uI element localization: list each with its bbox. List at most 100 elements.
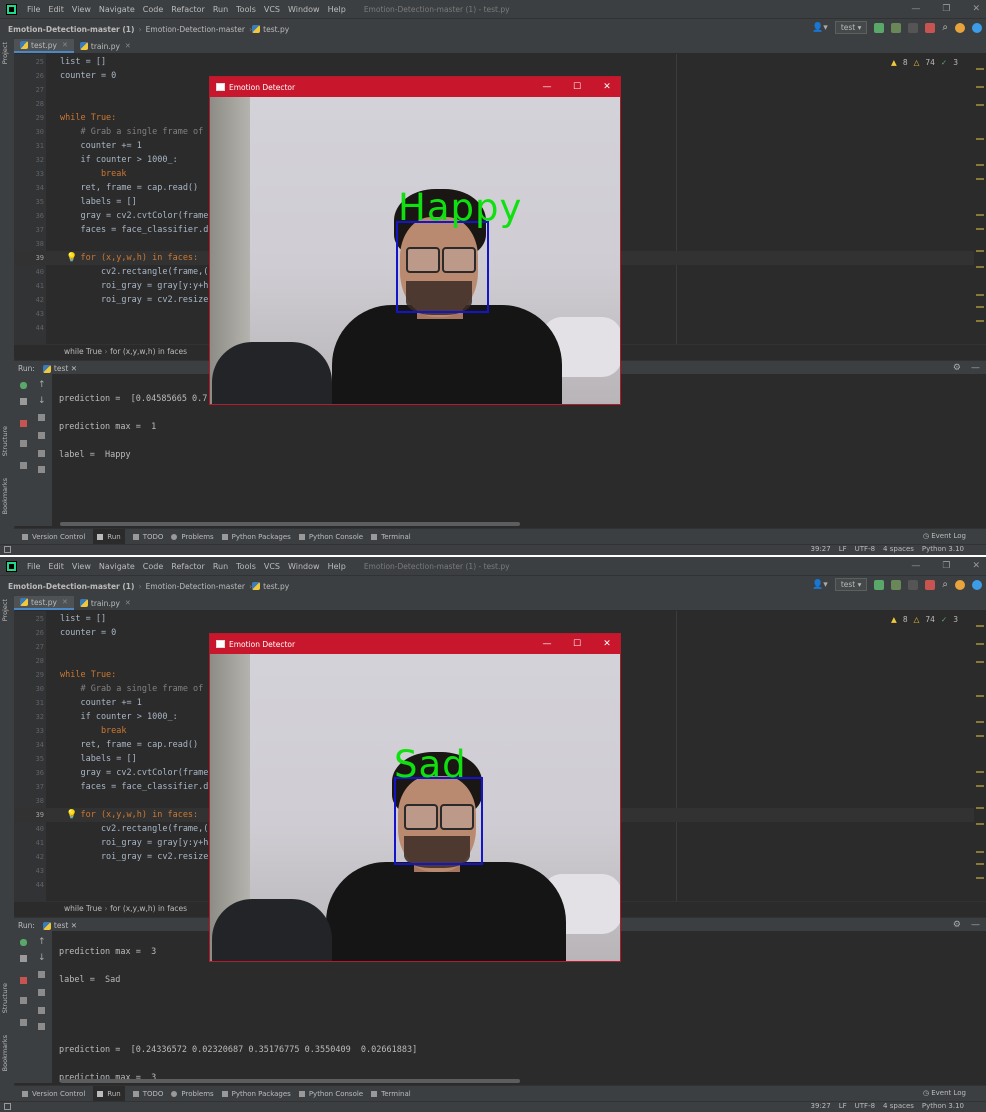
run-tab-test[interactable]: test ✕: [42, 921, 77, 930]
gear-icon[interactable]: ⚙: [953, 363, 961, 373]
coverage-icon[interactable]: [908, 22, 919, 33]
menu-edit[interactable]: Edit: [44, 562, 68, 571]
run-config-dropdown[interactable]: test ▾: [834, 21, 868, 34]
bookmarks-tool-label[interactable]: Bookmarks: [1, 478, 9, 514]
tool-python-console[interactable]: Python Console: [298, 1090, 363, 1098]
indent-setting[interactable]: 4 spaces: [883, 1102, 914, 1110]
search-icon[interactable]: ⌕: [942, 22, 948, 33]
layout-icon[interactable]: [20, 440, 27, 447]
crumb-for[interactable]: for (x,y,w,h) in faces: [110, 904, 187, 913]
breadcrumb-file[interactable]: test.py: [263, 25, 293, 34]
menu-vcs[interactable]: VCS: [260, 5, 284, 14]
minimize-icon[interactable]: —: [911, 561, 920, 571]
menu-code[interactable]: Code: [139, 562, 167, 571]
soft-wrap-icon[interactable]: [38, 414, 45, 421]
run-tab-test[interactable]: test ✕: [42, 364, 77, 373]
tool-run[interactable]: Run: [93, 529, 125, 545]
file-encoding[interactable]: UTF-8: [855, 1102, 875, 1110]
menu-file[interactable]: File: [23, 5, 44, 14]
breadcrumb-project[interactable]: Emotion-Detection-master (1): [4, 25, 138, 34]
minimize-icon[interactable]: —: [532, 634, 562, 654]
maximize-icon[interactable]: ☐: [562, 77, 592, 97]
close-tab-icon[interactable]: ✕: [125, 42, 131, 50]
tool-python-console[interactable]: Python Console: [298, 533, 363, 541]
error-stripe[interactable]: [976, 68, 984, 338]
toggle-panels-icon[interactable]: [4, 1103, 11, 1110]
restore-icon[interactable]: ❐: [942, 4, 950, 14]
breadcrumb-file[interactable]: test.py: [263, 582, 293, 591]
event-log-button[interactable]: ◷ Event Log: [923, 532, 966, 540]
project-tool-label[interactable]: Project: [1, 42, 9, 64]
menu-navigate[interactable]: Navigate: [95, 562, 139, 571]
structure-tool-label[interactable]: Structure: [1, 983, 9, 1013]
close-tab-icon[interactable]: ✕: [62, 598, 68, 606]
close-tab-icon[interactable]: ✕: [125, 599, 131, 607]
minimize-icon[interactable]: —: [911, 4, 920, 14]
menu-tools[interactable]: Tools: [232, 5, 260, 14]
tool-problems[interactable]: Problems: [171, 1090, 214, 1098]
maximize-icon[interactable]: ☐: [562, 634, 592, 654]
tool-terminal[interactable]: Terminal: [371, 533, 411, 541]
layout-icon[interactable]: [20, 997, 27, 1004]
emotion-detector-window[interactable]: Emotion Detector — ☐ ✕ Sad: [209, 633, 621, 962]
stop-icon[interactable]: [925, 579, 936, 590]
wrench-icon[interactable]: [20, 398, 27, 405]
project-tool-label[interactable]: Project: [1, 599, 9, 621]
tool-run[interactable]: Run: [93, 1086, 125, 1102]
tool-version-control[interactable]: Version Control: [22, 533, 85, 541]
breadcrumb-folder[interactable]: Emotion-Detection-master: [142, 25, 249, 34]
menu-view[interactable]: View: [68, 562, 95, 571]
tab-test-py[interactable]: test.py ✕: [14, 596, 74, 610]
tool-version-control[interactable]: Version Control: [22, 1090, 85, 1098]
menu-view[interactable]: View: [68, 5, 95, 14]
menu-tools[interactable]: Tools: [232, 562, 260, 571]
update-icon[interactable]: [955, 22, 965, 33]
line-separator[interactable]: LF: [839, 545, 847, 553]
tool-problems[interactable]: Problems: [171, 533, 214, 541]
arrow-down-icon[interactable]: ↓: [38, 954, 46, 963]
menu-help[interactable]: Help: [324, 5, 350, 14]
tool-todo[interactable]: TODO: [132, 533, 163, 541]
search-icon[interactable]: ⌕: [942, 579, 948, 590]
tab-train-py[interactable]: train.py ✕: [74, 596, 137, 610]
pin-icon[interactable]: [20, 1019, 27, 1026]
close-icon[interactable]: ✕: [972, 561, 980, 571]
arrow-down-icon[interactable]: ↓: [38, 397, 46, 406]
scroll-to-end-icon[interactable]: [38, 432, 45, 439]
minimize-icon[interactable]: —: [532, 77, 562, 97]
tab-test-py[interactable]: test.py ✕: [14, 39, 74, 53]
tool-terminal[interactable]: Terminal: [371, 1090, 411, 1098]
tool-python-packages[interactable]: Python Packages: [221, 1090, 291, 1098]
emotion-window-titlebar[interactable]: Emotion Detector — ☐ ✕: [210, 77, 620, 97]
menu-help[interactable]: Help: [324, 562, 350, 571]
inspection-widget[interactable]: ▲ 8 △ 74 ✓ 3: [891, 58, 958, 67]
user-icon[interactable]: 👤▾: [812, 23, 828, 33]
python-interpreter[interactable]: Python 3.10: [922, 1102, 964, 1110]
hide-panel-icon[interactable]: —: [971, 920, 980, 930]
update-icon[interactable]: [955, 579, 965, 590]
rerun-icon[interactable]: [20, 382, 27, 389]
arrow-up-icon[interactable]: ↑: [38, 381, 46, 390]
breadcrumb-project[interactable]: Emotion-Detection-master (1): [4, 582, 138, 591]
console-scrollbar[interactable]: [60, 522, 520, 526]
menu-edit[interactable]: Edit: [44, 5, 68, 14]
rerun-icon[interactable]: [20, 939, 27, 946]
line-separator[interactable]: LF: [839, 1102, 847, 1110]
close-tab-icon[interactable]: ✕: [62, 41, 68, 49]
close-icon[interactable]: ✕: [592, 77, 620, 97]
crumb-for[interactable]: for (x,y,w,h) in faces: [110, 347, 187, 356]
menu-window[interactable]: Window: [284, 562, 324, 571]
run-config-dropdown[interactable]: test ▾: [834, 578, 868, 591]
coverage-icon[interactable]: [908, 579, 919, 590]
soft-wrap-icon[interactable]: [38, 971, 45, 978]
menu-navigate[interactable]: Navigate: [95, 5, 139, 14]
rerun-icon[interactable]: [874, 22, 885, 33]
user-icon[interactable]: 👤▾: [812, 580, 828, 590]
console-scrollbar[interactable]: [60, 1079, 520, 1083]
plugin-icon[interactable]: [972, 579, 982, 590]
inspection-widget[interactable]: ▲ 8 △ 74 ✓ 3: [891, 615, 958, 624]
emotion-window-titlebar[interactable]: Emotion Detector — ☐ ✕: [210, 634, 620, 654]
plugin-icon[interactable]: [972, 22, 982, 33]
menu-file[interactable]: File: [23, 562, 44, 571]
close-icon[interactable]: ✕: [592, 634, 620, 654]
